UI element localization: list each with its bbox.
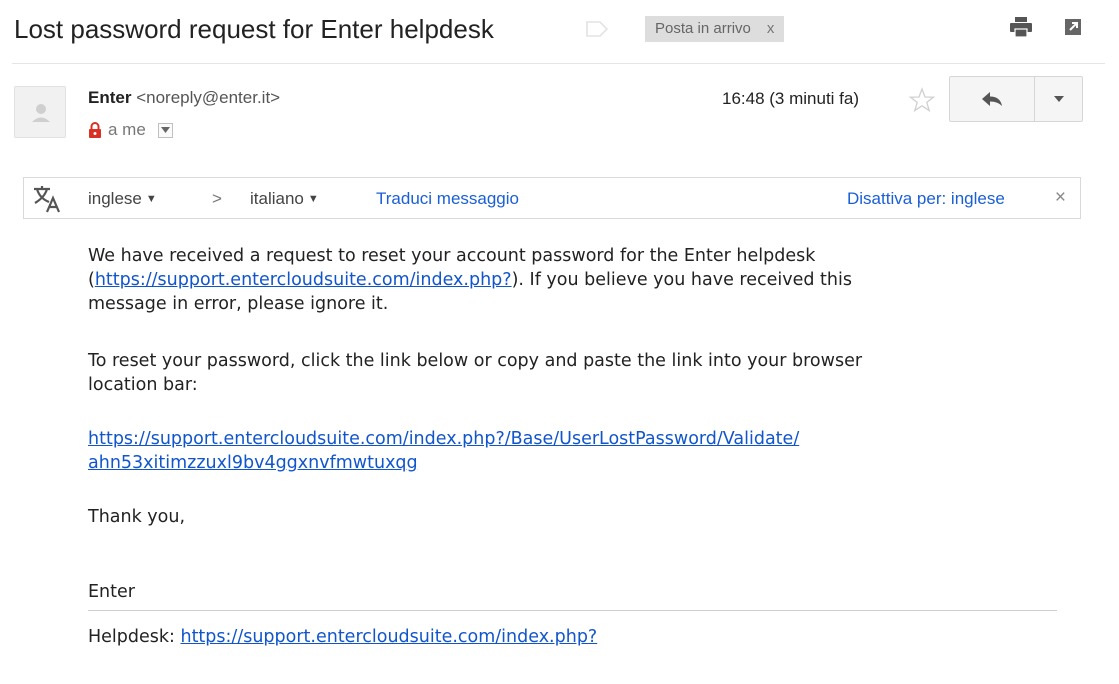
body-text-line: location bar: (88, 375, 198, 395)
sender-name[interactable]: Enter (88, 88, 131, 107)
email-subject: Lost password request for Enter helpdesk (14, 14, 494, 44)
helpdesk-label: Helpdesk: (88, 627, 181, 647)
source-language-label: inglese (88, 189, 142, 208)
body-text-line: To reset your password, click the link b… (88, 351, 863, 371)
recipient-line: a me (88, 120, 173, 140)
signature-name: Enter (88, 582, 135, 602)
body-text-line: (https://support.entercloudsuite.com/ind… (88, 268, 852, 292)
helpdesk-line: Helpdesk: https://support.entercloudsuit… (88, 625, 597, 649)
header-divider (12, 63, 1105, 64)
popout-icon[interactable] (1062, 16, 1084, 38)
close-icon[interactable]: × (1055, 187, 1066, 209)
reply-button[interactable] (950, 77, 1035, 121)
reply-button-group (949, 76, 1083, 122)
inbox-label-text: Posta in arrivo (655, 20, 751, 37)
signature-divider (88, 610, 1057, 611)
label-tag-icon[interactable] (585, 20, 609, 38)
body-text-line: message in error, please ignore it. (88, 294, 389, 314)
reset-password-link[interactable]: https://support.entercloudsuite.com/inde… (88, 427, 799, 475)
more-actions-button[interactable] (1035, 77, 1082, 121)
remove-label-button[interactable]: x (767, 16, 775, 42)
star-icon[interactable] (908, 86, 936, 114)
translate-bar: inglese ▼ > italiano ▼ Traduci messaggio D… (23, 177, 1081, 219)
caret-down-icon: ▼ (307, 193, 319, 205)
reset-link-line[interactable]: ahn53xitimzzuxl9bv4ggxnvfmwtuxqg (88, 453, 418, 473)
caret-down-icon: ▼ (145, 193, 157, 205)
reset-link-line[interactable]: https://support.entercloudsuite.com/inde… (88, 429, 799, 449)
recipient-text: a me (108, 120, 146, 139)
caret-down-icon (1053, 96, 1064, 102)
inbox-label-chip[interactable]: Posta in arrivo x (645, 16, 785, 42)
sender-avatar[interactable] (14, 86, 66, 138)
helpdesk-link[interactable]: https://support.entercloudsuite.com/inde… (180, 627, 597, 647)
lock-icon[interactable] (88, 121, 102, 139)
helpdesk-inline-link[interactable]: https://support.entercloudsuite.com/inde… (95, 270, 512, 290)
language-arrow: > (212, 189, 222, 208)
body-text-fragment: ). If you believe you have received this (511, 270, 852, 290)
body-text-line: We have received a request to reset your… (88, 246, 816, 266)
body-text-fragment: ( (88, 270, 95, 290)
translate-message-link[interactable]: Traduci messaggio (376, 189, 519, 209)
body-paragraph-1: We have received a request to reset your… (88, 244, 852, 316)
target-language-label: italiano (250, 189, 304, 208)
chevron-down-icon (160, 127, 170, 133)
email-timestamp: 16:48 (3 minuti fa) (722, 89, 860, 108)
disable-translation-link[interactable]: Disattiva per: inglese (847, 189, 1005, 209)
body-paragraph-2: To reset your password, click the link b… (88, 349, 862, 397)
reply-icon (982, 92, 1002, 106)
thanks-text: Thank you, (88, 507, 186, 527)
target-language-select[interactable]: italiano ▼ (250, 189, 319, 209)
sender-line: Enter <noreply@enter.it> (88, 88, 280, 108)
print-icon[interactable] (1008, 16, 1034, 38)
sender-email: <noreply@enter.it> (136, 88, 281, 107)
show-details-button[interactable] (157, 122, 173, 138)
translate-icon (34, 186, 61, 213)
source-language-select[interactable]: inglese ▼ (88, 189, 157, 209)
avatar-person-icon (32, 104, 50, 122)
